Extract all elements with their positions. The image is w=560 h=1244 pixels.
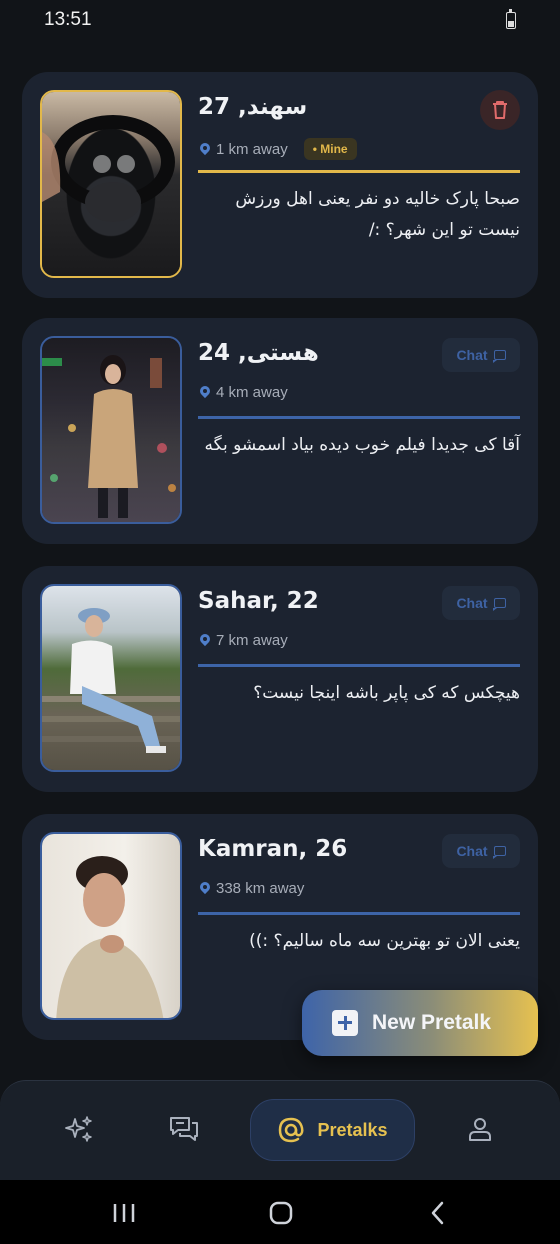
- recents-button[interactable]: [109, 1198, 139, 1228]
- profile-name: هستی, 24: [198, 340, 319, 366]
- distance-text: 7 km away: [216, 632, 288, 649]
- chat-button[interactable]: Chat: [442, 586, 520, 620]
- profile-name: Sahar, 22: [198, 588, 319, 614]
- message-icon: [493, 846, 506, 859]
- pretalk-message: یعنی الان تو بهترین سه ماه سالیم؟ :)): [249, 931, 520, 951]
- pretalk-card[interactable]: سهند, 27 1 km away • Mine صبحا پارک خالی…: [22, 72, 538, 298]
- location-pin-icon: [200, 882, 210, 895]
- nav-chats[interactable]: [166, 1111, 202, 1147]
- home-icon: [269, 1201, 293, 1225]
- trash-icon: [493, 101, 507, 119]
- distance-row: 4 km away: [200, 384, 288, 401]
- at-sign-icon: [279, 1117, 304, 1143]
- profile-photo[interactable]: [40, 832, 182, 1020]
- profile-name: سهند, 27: [198, 94, 308, 120]
- profile-photo[interactable]: [40, 584, 182, 772]
- message-icon: [493, 350, 506, 363]
- status-time: 13:51: [44, 9, 92, 30]
- divider: [198, 912, 520, 915]
- location-pin-icon: [200, 386, 210, 399]
- chat-button[interactable]: Chat: [442, 834, 520, 868]
- back-button[interactable]: [423, 1198, 453, 1228]
- profile-name: Kamran, 26: [198, 836, 348, 862]
- pretalk-card[interactable]: Sahar, 22 7 km away هیچکس که کی پاپر باش…: [22, 566, 538, 792]
- sparkles-icon: [65, 1116, 92, 1142]
- nav-pretalks-label: Pretalks: [317, 1119, 388, 1140]
- nav-profile[interactable]: [462, 1111, 498, 1147]
- system-nav-bar: [0, 1180, 560, 1244]
- chats-icon: [170, 1117, 198, 1141]
- distance-row: 1 km away • Mine: [200, 138, 357, 160]
- chat-label: Chat: [456, 595, 488, 611]
- pretalk-message: آقا کی جدیدا فیلم خوب دیده بیاد اسمشو بگ…: [204, 435, 520, 455]
- battery-icon: [506, 9, 516, 29]
- divider: [198, 664, 520, 667]
- plus-message-icon: [332, 1010, 358, 1036]
- recents-icon: [113, 1204, 135, 1222]
- status-bar: 13:51: [0, 0, 560, 42]
- location-pin-icon: [200, 634, 210, 647]
- distance-text: 4 km away: [216, 384, 288, 401]
- location-pin-icon: [200, 143, 210, 156]
- message-icon: [493, 598, 506, 611]
- new-pretalk-label: New Pretalk: [372, 1011, 492, 1034]
- chat-label: Chat: [456, 347, 488, 363]
- bottom-nav: Pretalks: [0, 1080, 560, 1180]
- back-icon: [431, 1201, 444, 1225]
- nav-pretalks[interactable]: Pretalks: [250, 1099, 415, 1161]
- distance-row: 338 km away: [200, 880, 304, 897]
- person-icon: [469, 1118, 491, 1141]
- distance-text: 1 km away: [216, 140, 288, 158]
- delete-button[interactable]: [480, 90, 520, 130]
- home-button[interactable]: [266, 1198, 296, 1228]
- profile-photo[interactable]: [40, 90, 182, 278]
- nav-discover[interactable]: [61, 1111, 97, 1147]
- distance-text: 338 km away: [216, 880, 305, 897]
- mine-badge: • Mine: [303, 138, 357, 160]
- pretalk-message: صبحا پارک خالیه دو نفر یعنی اهل ورزش نیس…: [235, 189, 520, 240]
- pretalk-message: هیچکس که کی پاپر باشه اینجا نیست؟: [253, 683, 520, 703]
- new-pretalk-button[interactable]: New Pretalk: [302, 990, 538, 1056]
- divider: [198, 416, 520, 419]
- distance-row: 7 km away: [200, 632, 288, 649]
- divider: [198, 170, 520, 173]
- chat-button[interactable]: Chat: [442, 338, 520, 372]
- profile-photo[interactable]: [40, 336, 182, 524]
- pretalk-card[interactable]: هستی, 24 4 km away آقا کی جدیدا فیلم خوب…: [22, 318, 538, 544]
- chat-label: Chat: [456, 843, 488, 859]
